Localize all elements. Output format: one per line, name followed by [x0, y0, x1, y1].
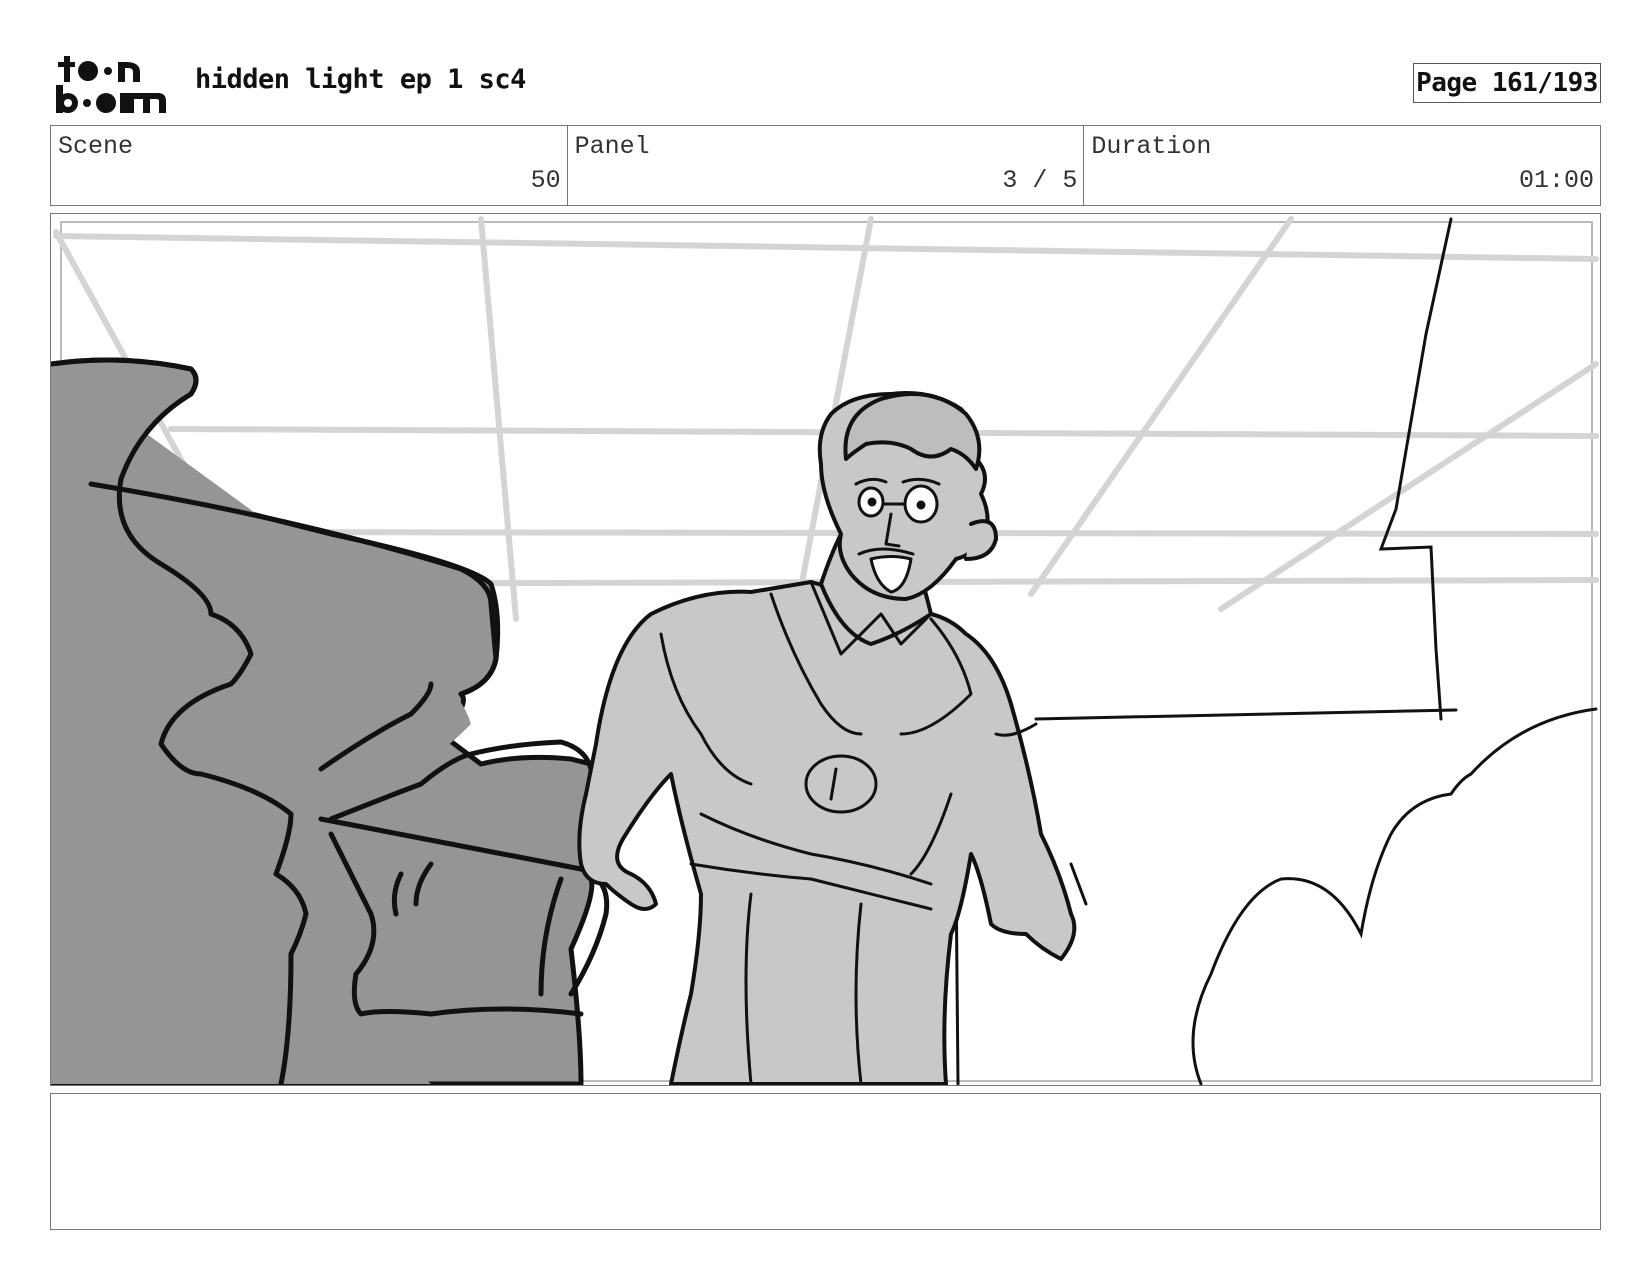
scene-label: Scene [58, 132, 134, 161]
storyboard-panel [50, 213, 1601, 1086]
panel-info-row: Scene 50 Panel 3 / 5 Duration 01:00 [50, 125, 1601, 206]
duration-label: Duration [1091, 132, 1212, 161]
scene-value: 50 [530, 166, 561, 195]
panel-cell: Panel 3 / 5 [568, 126, 1085, 205]
document-title: hidden light ep 1 sc4 [195, 64, 526, 95]
panel-label: Panel [574, 132, 650, 161]
scene-cell: Scene 50 [51, 126, 568, 205]
toon-boom-logo [56, 56, 166, 113]
panel-value: 3 / 5 [1002, 166, 1078, 195]
storyboard-sketch [51, 216, 1599, 1085]
page-number: Page 161/193 [1413, 63, 1601, 103]
panel-notes [50, 1093, 1601, 1230]
duration-value: 01:00 [1519, 166, 1595, 195]
duration-cell: Duration 01:00 [1084, 126, 1600, 205]
